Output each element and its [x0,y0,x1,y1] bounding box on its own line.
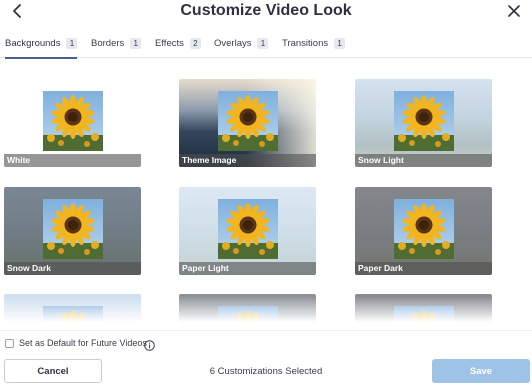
sunflower-thumbnail [217,199,278,259]
tab-label: Backgrounds [5,38,61,49]
background-option-theme-image[interactable]: Theme Image [179,79,316,167]
tab-count-badge: 1 [257,38,269,49]
tab-count-badge: 1 [66,38,78,49]
tab-overlays[interactable]: Overlays 1 [214,38,269,58]
tab-count-badge: 2 [189,38,201,49]
sunflower-thumbnail [217,306,278,322]
tab-count-badge: 1 [130,38,142,49]
tab-label: Borders [91,38,125,49]
info-icon[interactable] [144,338,155,351]
tile-label: Theme Image [179,154,316,167]
tab-effects[interactable]: Effects 2 [155,38,201,58]
modal-header: Customize Video Look [0,0,532,26]
sunflower-thumbnail [217,91,278,151]
background-option-row3-left[interactable] [4,294,141,322]
sunflower-thumbnail [42,91,103,151]
background-option-row3-right[interactable] [355,294,492,322]
default-checkbox[interactable] [5,339,14,348]
tile-label: Snow Dark [4,262,141,275]
background-option-paper-dark[interactable]: Paper Dark [355,187,492,275]
close-icon[interactable] [506,3,522,19]
tab-label: Effects [155,38,184,49]
tile-label: Paper Light [179,262,316,275]
background-option-white[interactable]: White [4,79,141,167]
sunflower-thumbnail [393,91,454,151]
tab-label: Transitions [282,38,329,49]
sunflower-thumbnail [42,199,103,259]
background-option-row3-middle[interactable] [179,294,316,322]
tile-label: Snow Light [355,154,492,167]
sunflower-thumbnail [42,306,103,322]
background-option-paper-light[interactable]: Paper Light [179,187,316,275]
sunflower-thumbnail [393,306,454,322]
tile-label: Paper Dark [355,262,492,275]
tab-borders[interactable]: Borders 1 [91,38,142,58]
tab-bar: Backgrounds 1 Borders 1 Effects 2 Overla… [0,38,532,59]
tab-backgrounds[interactable]: Backgrounds 1 [5,38,78,59]
background-option-snow-dark[interactable]: Snow Dark [4,187,141,275]
sunflower-thumbnail [393,199,454,259]
background-option-snow-light[interactable]: Snow Light [355,79,492,167]
tab-count-badge: 1 [334,38,346,49]
page-title: Customize Video Look [180,2,352,19]
save-button[interactable]: Save [432,359,530,383]
background-options-grid: White Theme Image Snow Light Snow Dark P… [0,60,532,322]
default-checkbox-label: Set as Default for Future Videos [19,338,147,348]
tab-label: Overlays [214,38,252,49]
tab-transitions[interactable]: Transitions 1 [282,38,346,58]
tile-label: White [4,154,141,167]
footer-divider [0,330,532,331]
